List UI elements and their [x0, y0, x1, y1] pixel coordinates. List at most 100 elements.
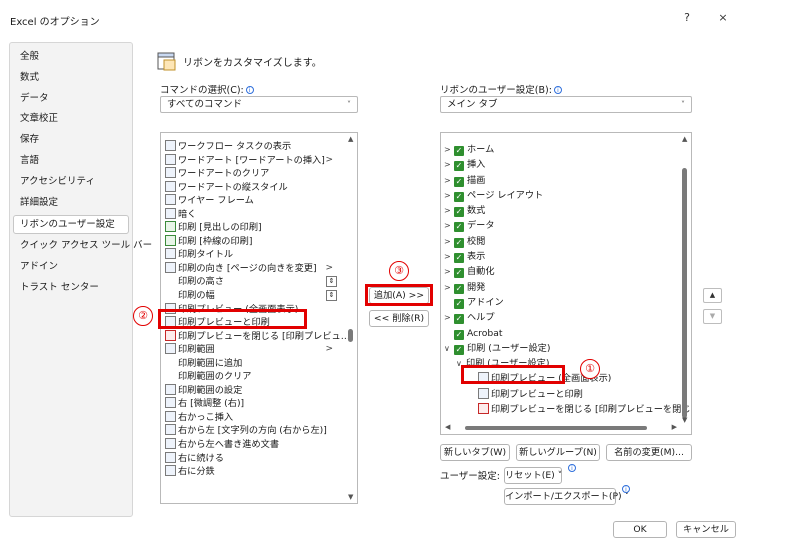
sidebar-item[interactable]: アドイン	[10, 257, 132, 278]
collapse-icon[interactable]: ∨	[444, 341, 454, 356]
sidebar-item[interactable]: トラスト センター	[10, 278, 132, 299]
command-list-item[interactable]: 右に分鉄	[165, 465, 345, 479]
command-list-item[interactable]: 印刷タイトル	[165, 248, 345, 262]
expand-icon[interactable]: >	[444, 173, 454, 188]
ribbon-tab-item[interactable]: 印刷プレビューと印刷	[444, 387, 680, 402]
sidebar-item[interactable]: 全般	[10, 47, 132, 68]
command-list-item[interactable]: 印刷 [枠線の印刷]	[165, 234, 345, 249]
scroll-down-icon[interactable]: ▼	[348, 493, 353, 501]
command-list-item[interactable]: 右かっこ挿入	[165, 410, 345, 425]
ribbon-tabs-select[interactable]: メイン タブ ˅	[440, 96, 692, 113]
command-list-item[interactable]: ワードアートの縦スタイル	[165, 180, 345, 195]
expand-icon[interactable]: >	[444, 234, 454, 249]
command-list-item[interactable]: 暗く	[165, 207, 345, 222]
checkbox-checked-icon[interactable]: ✓	[454, 237, 464, 248]
new-group-button[interactable]: 新しいグループ(N)	[516, 444, 600, 461]
command-list-item[interactable]: 印刷範囲のクリア	[165, 370, 345, 384]
sidebar-item[interactable]: 文章校正	[10, 109, 132, 130]
remove-button[interactable]: << 削除(R)	[369, 310, 429, 327]
command-list-item[interactable]: 印刷の幅 ⇕	[165, 289, 345, 303]
ribbon-tab-item[interactable]: > ✓ 校閲	[444, 234, 680, 249]
checkbox-checked-icon[interactable]: ✓	[454, 253, 464, 264]
command-list-item[interactable]: 印刷範囲 >	[165, 343, 345, 357]
reset-button[interactable]: リセット(E) ˅	[504, 467, 562, 484]
command-list-item[interactable]: ワードアート [ワードアートの挿入] >	[165, 153, 345, 168]
command-list-item[interactable]: ワードアートのクリア	[165, 167, 345, 181]
command-list-item[interactable]: 右 [微調整 (右)]	[165, 397, 345, 411]
expand-icon[interactable]: >	[444, 218, 454, 233]
ribbon-tab-item[interactable]: > ✓ 数式	[444, 203, 680, 218]
command-list-item[interactable]: 印刷範囲に追加	[165, 357, 345, 371]
ribbon-tab-item[interactable]: > ✓ ヘルプ	[444, 310, 680, 325]
command-list-item[interactable]: 印刷の向き [ページの向きを変更] >	[165, 261, 345, 276]
scroll-down-icon[interactable]: ▼	[682, 416, 687, 424]
close-button[interactable]: ×	[712, 8, 734, 28]
new-tab-button[interactable]: 新しいタブ(W)	[440, 444, 510, 461]
sidebar-item[interactable]: アクセシビリティ	[10, 172, 132, 193]
sidebar-item[interactable]: リボンのユーザー設定	[13, 215, 129, 235]
expand-icon[interactable]: >	[444, 142, 454, 157]
ribbon-tab-item[interactable]: > ✓ ページ レイアウト	[444, 188, 680, 203]
sidebar-item[interactable]: データ	[10, 89, 132, 110]
ribbon-tab-item[interactable]: > ✓ 表示	[444, 249, 680, 264]
rename-button[interactable]: 名前の変更(M)...	[606, 444, 692, 461]
command-list-scrollbar[interactable]: ▲ ▼	[345, 133, 357, 503]
command-list-item[interactable]: 右に続ける	[165, 451, 345, 466]
command-list-item[interactable]: 印刷プレビューを閉じる [印刷プレビュ…	[165, 329, 350, 344]
command-source-select[interactable]: すべてのコマンド ˅	[160, 96, 358, 113]
expand-icon[interactable]: >	[444, 203, 454, 218]
checkbox-checked-icon[interactable]: ✓	[454, 146, 464, 156]
command-list-item[interactable]: 右から左 [文字列の方向 (右から左)]	[165, 424, 345, 438]
scroll-thumb[interactable]	[682, 168, 687, 418]
checkbox-checked-icon[interactable]: ✓	[454, 268, 464, 279]
ribbon-tab-item[interactable]: 印刷プレビューを閉じる [印刷プレビューを閉じる]	[444, 402, 691, 417]
checkbox-checked-icon[interactable]: ✓	[454, 314, 464, 325]
command-list-item[interactable]: ワイヤー フレーム	[165, 194, 345, 208]
sidebar-item[interactable]: 詳細設定	[10, 193, 132, 214]
ribbon-tab-item[interactable]: ✓ アドイン	[444, 295, 680, 310]
sidebar-item[interactable]: 保存	[10, 130, 132, 151]
ok-button[interactable]: OK	[613, 521, 667, 538]
ribbon-tab-item[interactable]: > ✓ データ	[444, 218, 680, 233]
ribbon-tab-item[interactable]: > ✓ 挿入	[444, 157, 680, 172]
expand-icon[interactable]: >	[444, 264, 454, 279]
checkbox-checked-icon[interactable]: ✓	[454, 191, 464, 202]
command-list-item[interactable]: 右から左へ書き進め文書	[165, 438, 345, 452]
checkbox-checked-icon[interactable]: ✓	[454, 344, 464, 355]
sidebar-item[interactable]: クイック アクセス ツール バー	[10, 236, 152, 257]
checkbox-checked-icon[interactable]: ✓	[454, 329, 464, 340]
expand-icon[interactable]: >	[444, 188, 454, 203]
ribbon-tab-item[interactable]: > ✓ 自動化	[444, 264, 680, 279]
command-list-item[interactable]: 印刷範囲の設定	[165, 383, 345, 398]
expand-icon[interactable]: >	[444, 157, 454, 172]
move-up-button[interactable]: ▲	[703, 288, 722, 303]
hscroll-thumb[interactable]	[465, 426, 647, 430]
checkbox-checked-icon[interactable]: ✓	[454, 161, 464, 172]
ribbon-tab-item[interactable]: > ✓ ホーム	[444, 142, 680, 157]
sidebar-item[interactable]: 言語	[10, 151, 132, 172]
cancel-button[interactable]: キャンセル	[676, 521, 736, 538]
ribbon-tab-item[interactable]: > ✓ 開発	[444, 280, 680, 295]
checkbox-checked-icon[interactable]: ✓	[454, 176, 464, 187]
command-list-item[interactable]: 印刷 [見出しの印刷]	[165, 221, 345, 235]
ribbon-tab-item[interactable]: ∨ ✓ 印刷 (ユーザー設定)	[444, 341, 680, 356]
scroll-up-icon[interactable]: ▲	[682, 135, 687, 143]
scroll-right-icon[interactable]: ▶	[672, 423, 677, 431]
expand-icon[interactable]: >	[444, 280, 454, 295]
command-list-item[interactable]: 印刷の高さ ⇕	[165, 275, 345, 289]
ribbon-tab-tree[interactable]: > ✓ ホーム > ✓ 挿入 > ✓ 描画 > ✓ ページ レイアウト > ✓ 数式 > ✓ データ > ✓ 校閲 > ✓ 表…	[440, 132, 692, 435]
tab-tree-hscrollbar[interactable]: ◀ ▶	[445, 423, 677, 432]
tab-tree-scrollbar[interactable]: ▲ ▼	[679, 133, 691, 434]
scroll-left-icon[interactable]: ◀	[445, 423, 450, 431]
checkbox-checked-icon[interactable]: ✓	[454, 222, 464, 233]
import-export-button[interactable]: インポート/エクスポート(P) ˅	[504, 488, 629, 505]
checkbox-checked-icon[interactable]: ✓	[454, 283, 464, 294]
expand-icon[interactable]: >	[444, 310, 454, 325]
expand-icon[interactable]: >	[444, 249, 454, 264]
checkbox-checked-icon[interactable]: ✓	[454, 207, 464, 218]
sidebar-item[interactable]: 数式	[10, 68, 132, 89]
ribbon-tab-item[interactable]: > ✓ 描画	[444, 173, 680, 188]
scroll-thumb[interactable]	[348, 329, 353, 342]
command-list-item[interactable]: ワークフロー タスクの表示	[165, 140, 345, 154]
checkbox-checked-icon[interactable]: ✓	[454, 298, 464, 309]
